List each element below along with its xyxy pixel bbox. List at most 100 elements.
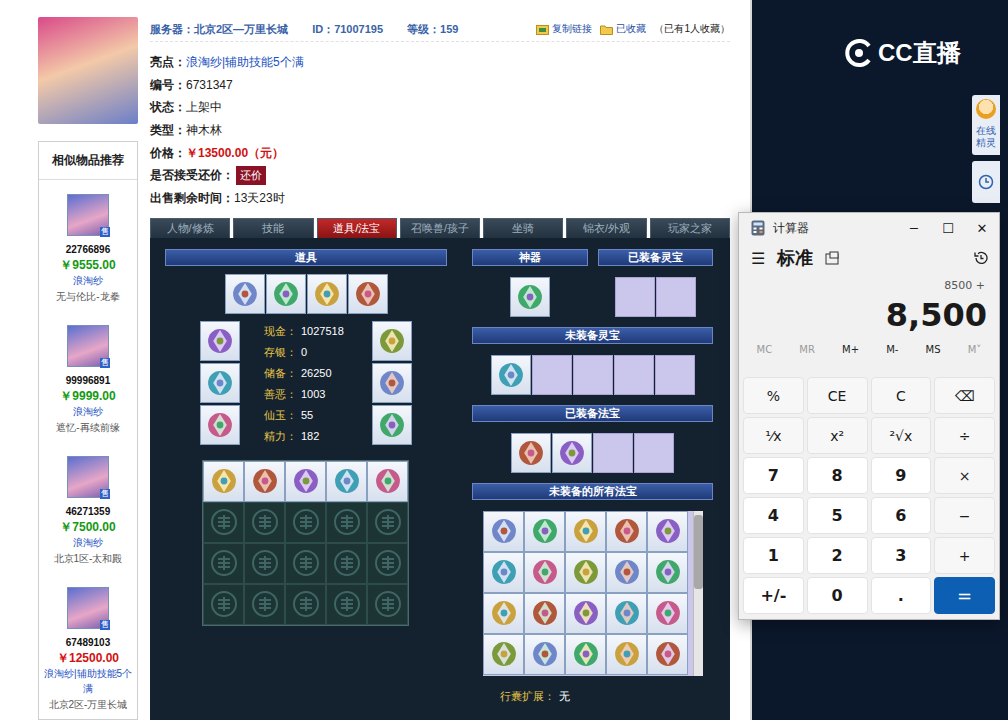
empty-slot[interactable] (244, 502, 285, 543)
empty-slot[interactable] (203, 502, 244, 543)
bargain-button[interactable]: 还价 (236, 166, 266, 185)
key[interactable]: 0 (807, 577, 868, 614)
item-slot[interactable] (203, 461, 244, 502)
window-control[interactable]: ─ (897, 221, 931, 236)
item-slot[interactable] (606, 552, 647, 593)
key[interactable]: +/- (743, 577, 804, 614)
key[interactable]: 7 (743, 457, 804, 494)
clock-tab[interactable] (972, 161, 1000, 203)
empty-slot[interactable] (656, 277, 696, 317)
empty-slot[interactable] (573, 355, 613, 395)
scrollbar[interactable] (693, 511, 703, 676)
key[interactable]: × (934, 457, 995, 494)
memory-button[interactable]: M+ (842, 344, 859, 355)
key[interactable]: + (934, 537, 995, 574)
empty-slot[interactable] (614, 355, 654, 395)
empty-slot[interactable] (655, 355, 695, 395)
item-tag[interactable]: 浪淘纱 (73, 273, 103, 288)
memory-button[interactable]: MC (757, 344, 773, 355)
empty-slot[interactable] (593, 433, 633, 473)
key[interactable]: 3 (871, 537, 932, 574)
empty-slot[interactable] (285, 502, 326, 543)
tab[interactable]: 锦衣/外观 (566, 218, 646, 238)
item-slot[interactable] (606, 511, 647, 552)
item-slot[interactable] (565, 552, 606, 593)
item-slot[interactable] (524, 552, 565, 593)
item-slot[interactable] (510, 277, 550, 317)
item-slot[interactable] (372, 405, 412, 445)
memory-button[interactable]: M- (886, 344, 898, 355)
tab[interactable]: 召唤兽/孩子 (400, 218, 480, 238)
item-slot[interactable] (565, 511, 606, 552)
item-slot[interactable] (266, 274, 306, 314)
history-icon[interactable] (973, 250, 989, 266)
item-slot[interactable] (524, 593, 565, 634)
item-slot[interactable] (372, 321, 412, 361)
item-tag[interactable]: 浪淘纱 (73, 404, 103, 419)
item-slot[interactable] (225, 274, 265, 314)
item-slot[interactable] (511, 433, 551, 473)
empty-slot[interactable] (203, 543, 244, 584)
tab[interactable]: 技能 (233, 218, 313, 238)
similar-item[interactable]: 售 99996891 ￥9999.00 浪淘纱 遮忆-再续前缘 (39, 311, 137, 442)
item-slot[interactable] (483, 593, 524, 634)
item-slot[interactable] (483, 511, 524, 552)
favorite[interactable]: 已收藏 (600, 22, 646, 36)
key[interactable]: ⅟x (743, 417, 804, 454)
tab[interactable]: 坐骑 (483, 218, 563, 238)
item-slot[interactable] (348, 274, 388, 314)
item-slot[interactable] (524, 634, 565, 675)
tab[interactable]: 玩家之家 (650, 218, 730, 238)
key[interactable]: % (743, 377, 804, 414)
item-tag[interactable]: 浪淘纱|辅助技能5个满 (39, 666, 137, 696)
empty-slot[interactable] (634, 433, 674, 473)
empty-slot[interactable] (326, 543, 367, 584)
empty-slot[interactable] (326, 502, 367, 543)
similar-item[interactable]: 售 46271359 ￥7500.00 浪淘纱 北京1区-太和殿 (39, 442, 137, 573)
key[interactable]: CE (807, 377, 868, 414)
item-slot[interactable] (372, 363, 412, 403)
empty-slot[interactable] (367, 543, 408, 584)
window-control[interactable]: ☐ (931, 221, 965, 236)
tab[interactable]: 道具/法宝 (317, 218, 397, 238)
key[interactable]: 8 (807, 457, 868, 494)
item-slot[interactable] (606, 593, 647, 634)
key[interactable]: ÷ (934, 417, 995, 454)
scroll-thumb[interactable] (694, 515, 703, 589)
info-value[interactable]: 浪淘纱|辅助技能5个满 (186, 54, 304, 71)
key[interactable]: = (934, 577, 995, 614)
key[interactable]: 1 (743, 537, 804, 574)
key[interactable]: − (934, 497, 995, 534)
empty-slot[interactable] (285, 584, 326, 625)
key[interactable]: ²√x (871, 417, 932, 454)
key[interactable]: 2 (807, 537, 868, 574)
similar-item[interactable]: 售 22766896 ￥9555.00 浪淘纱 无与伦比-龙拳 (39, 180, 137, 311)
empty-slot[interactable] (244, 584, 285, 625)
item-slot[interactable] (491, 355, 531, 395)
key[interactable]: 5 (807, 497, 868, 534)
item-slot[interactable] (244, 461, 285, 502)
item-slot[interactable] (200, 321, 240, 361)
item-slot[interactable] (606, 634, 647, 675)
title-bar[interactable]: 计算器 ─☐✕ (739, 213, 999, 243)
item-slot[interactable] (483, 552, 524, 593)
memory-button[interactable]: M˅ (968, 344, 982, 355)
key[interactable]: 4 (743, 497, 804, 534)
memory-button[interactable]: MS (926, 344, 941, 355)
window-control[interactable]: ✕ (965, 221, 999, 236)
item-slot[interactable] (326, 461, 367, 502)
item-slot[interactable] (647, 593, 688, 634)
item-slot[interactable] (565, 634, 606, 675)
item-slot[interactable] (200, 405, 240, 445)
empty-slot[interactable] (326, 584, 367, 625)
empty-slot[interactable] (615, 277, 655, 317)
item-slot[interactable] (307, 274, 347, 314)
item-slot[interactable] (483, 634, 524, 675)
key[interactable]: C (871, 377, 932, 414)
key[interactable]: 6 (871, 497, 932, 534)
memory-button[interactable]: MR (799, 344, 815, 355)
key[interactable]: x² (807, 417, 868, 454)
item-slot[interactable] (647, 552, 688, 593)
key[interactable]: . (871, 577, 932, 614)
item-slot[interactable] (524, 511, 565, 552)
